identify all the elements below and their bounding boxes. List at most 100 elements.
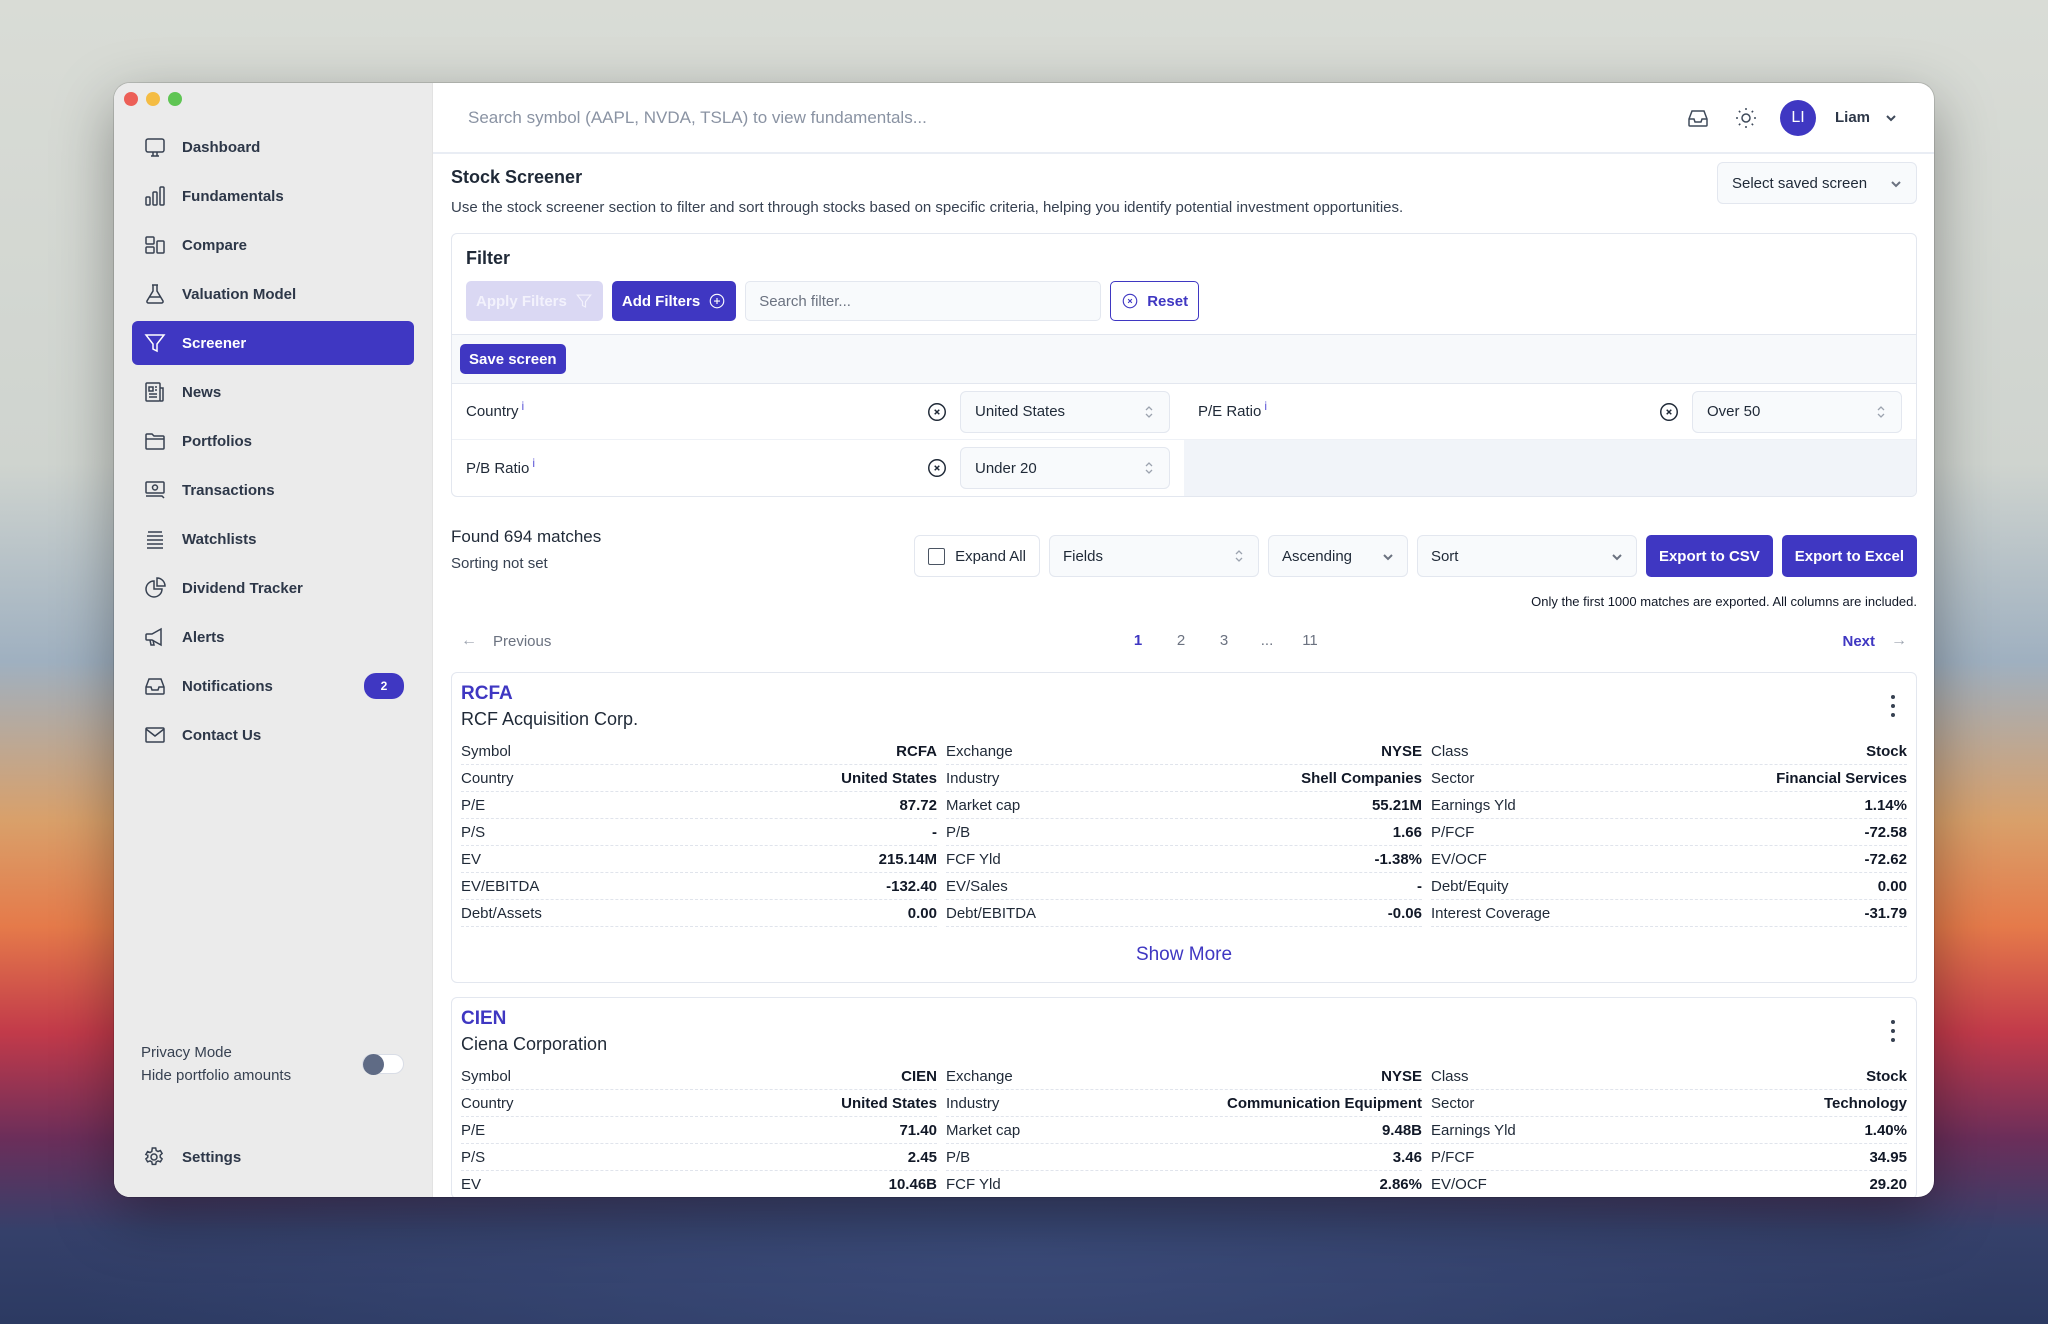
criterion-value-select[interactable]: Over 50	[1692, 390, 1902, 433]
settings-link[interactable]: Settings	[142, 1145, 241, 1169]
sidebar-item-screener[interactable]: Screener	[132, 321, 414, 365]
minimize-window-button[interactable]	[146, 92, 160, 106]
metric-row: EV/Sales -	[946, 873, 1422, 900]
export-excel-button[interactable]: Export to Excel	[1781, 535, 1917, 577]
metric-label: FCF Yld	[946, 850, 1001, 868]
metric-label: Country	[461, 1094, 514, 1112]
sidebar-item-dividend-tracker[interactable]: Dividend Tracker	[132, 566, 414, 610]
metric-label: Debt/Assets	[461, 904, 542, 922]
sort-order-select[interactable]: Ascending	[1267, 535, 1408, 577]
sidebar-item-watchlists[interactable]: Watchlists	[132, 517, 414, 561]
info-icon[interactable]: i	[522, 399, 525, 413]
symbol-search-input[interactable]	[468, 107, 1664, 128]
metric-value: Stock	[1866, 742, 1907, 760]
saved-screen-select[interactable]: Select saved screen	[1717, 162, 1917, 204]
sidebar-item-notifications[interactable]: Notifications 2	[132, 664, 414, 708]
folder-icon	[142, 428, 168, 454]
apply-filters-label: Apply Filters	[476, 292, 567, 310]
zoom-window-button[interactable]	[168, 92, 182, 106]
apply-filters-button[interactable]: Apply Filters	[466, 281, 603, 321]
sidebar-item-label: Watchlists	[182, 530, 257, 548]
chevron-down-icon	[1886, 114, 1896, 121]
metrics-grid: Symbol CIEN Country United States P/E 71.40 P/…	[461, 1063, 1907, 1197]
window-controls	[124, 92, 182, 106]
page-1-button[interactable]: 1	[1117, 632, 1160, 649]
metric-value: 0.00	[1877, 877, 1907, 895]
sidebar-item-contact-us[interactable]: Contact Us	[132, 713, 414, 757]
show-more-button[interactable]: Show More	[461, 927, 1907, 982]
metric-value: -	[932, 823, 937, 841]
reset-filters-button[interactable]: Reset	[1110, 281, 1200, 321]
more-options-icon[interactable]	[1890, 695, 1896, 717]
expand-all-label: Expand All	[955, 547, 1026, 565]
metric-value: 29.20	[1869, 1175, 1907, 1193]
sidebar-item-portfolios[interactable]: Portfolios	[132, 419, 414, 463]
criterion-value-select[interactable]: Under 20	[960, 447, 1170, 489]
export-csv-button[interactable]: Export to CSV	[1645, 535, 1773, 577]
sidebar-item-news[interactable]: News	[132, 370, 414, 414]
list-icon	[142, 526, 168, 552]
info-icon[interactable]: i	[532, 456, 535, 470]
app-window: Dashboard Fundamentals Compare Valuation…	[114, 83, 1934, 1197]
remove-criterion-button[interactable]	[1658, 401, 1680, 423]
filter-search-input[interactable]	[745, 281, 1102, 321]
fields-select[interactable]: Fields	[1048, 535, 1259, 577]
metric-label: EV/OCF	[1431, 850, 1487, 868]
page-11-button[interactable]: 11	[1289, 632, 1332, 649]
close-circle-icon	[928, 459, 946, 477]
sidebar-item-valuation-model[interactable]: Valuation Model	[132, 272, 414, 316]
remove-criterion-button[interactable]	[926, 457, 948, 479]
metric-row: P/FCF 34.95	[1431, 1144, 1907, 1171]
sort-field-select[interactable]: Sort	[1416, 535, 1637, 577]
metric-label: Market cap	[946, 1121, 1021, 1139]
next-page-button[interactable]: Next →	[1842, 632, 1907, 650]
page-3-button[interactable]: 3	[1203, 632, 1246, 649]
metric-row: EV/OCF 29.20	[1431, 1171, 1907, 1197]
criterion-value: Over 50	[1707, 403, 1761, 420]
chevron-down-icon	[1891, 181, 1901, 188]
sidebar-item-dashboard[interactable]: Dashboard	[132, 125, 414, 169]
info-icon[interactable]: i	[1264, 399, 1267, 413]
metrics-column: Exchange NYSE Industry Shell Companies Marke…	[946, 738, 1422, 927]
metric-label: P/E	[461, 796, 486, 814]
results-controls: Expand All Fields Ascending Sort Export …	[914, 535, 1917, 577]
save-screen-button[interactable]: Save screen	[460, 344, 566, 374]
sidebar-item-label: Portfolios	[182, 432, 252, 450]
metric-value: 10.46B	[888, 1175, 937, 1193]
sorting-status: Sorting not set	[451, 555, 548, 572]
privacy-mode: Privacy Mode Hide portfolio amounts	[141, 1041, 404, 1087]
more-options-icon[interactable]	[1890, 1020, 1896, 1042]
sidebar-item-fundamentals[interactable]: Fundamentals	[132, 174, 414, 218]
sidebar-item-alerts[interactable]: Alerts	[132, 615, 414, 659]
criterion-value-select[interactable]: United States	[960, 390, 1170, 433]
metrics-column: Class Stock Sector Financial Services Earnin…	[1431, 738, 1907, 927]
company-name: RCF Acquisition Corp.	[461, 709, 639, 729]
inbox-button[interactable]	[1684, 104, 1712, 132]
sidebar-item-transactions[interactable]: Transactions	[132, 468, 414, 512]
filter-panel: Filter Apply Filters Add Filters Search …	[451, 233, 1917, 497]
metric-row: Class Stock	[1431, 1063, 1907, 1090]
sidebar-item-label: Dashboard	[182, 138, 261, 156]
metric-value: 3.46	[1392, 1148, 1422, 1166]
metric-label: Symbol	[461, 742, 512, 760]
theme-toggle-button[interactable]	[1732, 104, 1760, 132]
ticker-link[interactable]: RCFA	[461, 683, 513, 705]
arrow-right-icon: →	[1891, 632, 1907, 649]
criterion-label: Country i	[466, 399, 525, 420]
sidebar-item-label: Contact Us	[182, 726, 262, 744]
remove-criterion-button[interactable]	[926, 401, 948, 423]
add-filters-button[interactable]: Add Filters	[611, 281, 737, 321]
privacy-mode-toggle[interactable]	[362, 1054, 404, 1075]
ticker-link[interactable]: CIEN	[461, 1008, 506, 1030]
page-2-button[interactable]: 2	[1160, 632, 1203, 649]
user-avatar[interactable]: LI	[1779, 99, 1816, 136]
user-name[interactable]: Liam	[1835, 109, 1870, 126]
metric-value: United States	[841, 769, 937, 787]
chevron-down-icon	[1612, 554, 1622, 561]
user-menu-chevron[interactable]	[1884, 111, 1898, 125]
compare-layout-icon	[142, 232, 168, 258]
sidebar-item-compare[interactable]: Compare	[132, 223, 414, 267]
expand-all-checkbox[interactable]: Expand All	[914, 535, 1040, 577]
close-window-button[interactable]	[124, 92, 138, 106]
metric-row: Symbol RCFA	[461, 738, 937, 765]
